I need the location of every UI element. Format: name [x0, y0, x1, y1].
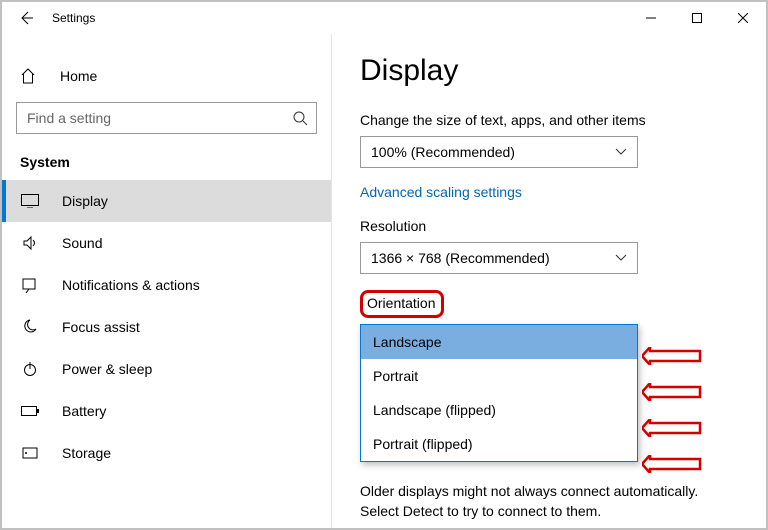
- sidebar-item-notifications[interactable]: Notifications & actions: [2, 264, 331, 306]
- focus-assist-icon: [20, 319, 40, 335]
- advanced-scaling-link[interactable]: Advanced scaling settings: [360, 184, 736, 200]
- battery-icon: [20, 406, 40, 416]
- back-button[interactable]: [16, 10, 36, 26]
- annotation-arrow: [642, 347, 702, 365]
- notifications-icon: [20, 277, 40, 293]
- chevron-down-icon: [615, 148, 627, 156]
- home-nav[interactable]: Home: [2, 62, 331, 90]
- sidebar-item-label: Power & sleep: [62, 361, 152, 377]
- sidebar-item-display[interactable]: Display: [2, 180, 331, 222]
- scale-label: Change the size of text, apps, and other…: [360, 112, 736, 128]
- search-icon: [292, 110, 308, 126]
- sidebar-item-sound[interactable]: Sound: [2, 222, 331, 264]
- orientation-option-landscape-flipped[interactable]: Landscape (flipped): [361, 393, 637, 427]
- home-label: Home: [60, 68, 97, 84]
- orientation-option-landscape[interactable]: Landscape: [361, 325, 637, 359]
- sidebar-item-label: Sound: [62, 235, 102, 251]
- scale-dropdown[interactable]: 100% (Recommended): [360, 136, 638, 168]
- storage-icon: [20, 445, 40, 461]
- main-panel: Display Change the size of text, apps, a…: [332, 34, 766, 528]
- sidebar-item-label: Storage: [62, 445, 111, 461]
- resolution-label: Resolution: [360, 218, 736, 234]
- power-icon: [20, 361, 40, 377]
- annotation-arrow: [642, 419, 702, 437]
- titlebar: Settings: [2, 2, 766, 34]
- multiple-displays-text: Older displays might not always connect …: [360, 482, 736, 521]
- sidebar-item-label: Notifications & actions: [62, 277, 200, 293]
- sidebar-item-power-sleep[interactable]: Power & sleep: [2, 348, 331, 390]
- sidebar-item-label: Battery: [62, 403, 106, 419]
- orientation-option-portrait[interactable]: Portrait: [361, 359, 637, 393]
- window-title: Settings: [52, 11, 95, 25]
- orientation-option-portrait-flipped[interactable]: Portrait (flipped): [361, 427, 637, 461]
- search-input[interactable]: Find a setting: [16, 102, 317, 134]
- sidebar-item-label: Display: [62, 193, 108, 209]
- home-icon: [20, 68, 40, 84]
- window-controls: [628, 2, 766, 34]
- annotation-arrow: [642, 455, 702, 473]
- sidebar: Home Find a setting System Display Sound: [2, 34, 332, 528]
- minimize-button[interactable]: [628, 2, 674, 34]
- orientation-label-wrap: Orientation: [360, 290, 736, 324]
- display-icon: [20, 194, 40, 208]
- scale-value: 100% (Recommended): [371, 144, 615, 160]
- sidebar-item-battery[interactable]: Battery: [2, 390, 331, 432]
- orientation-label: Orientation: [360, 290, 444, 318]
- sound-icon: [20, 235, 40, 251]
- sidebar-item-focus-assist[interactable]: Focus assist: [2, 306, 331, 348]
- orientation-dropdown-open[interactable]: Landscape Portrait Landscape (flipped) P…: [360, 324, 638, 462]
- sidebar-item-storage[interactable]: Storage: [2, 432, 331, 474]
- category-label: System: [2, 152, 331, 180]
- chevron-down-icon: [615, 254, 627, 262]
- resolution-value: 1366 × 768 (Recommended): [371, 250, 615, 266]
- close-button[interactable]: [720, 2, 766, 34]
- search-placeholder: Find a setting: [27, 110, 292, 126]
- sidebar-item-label: Focus assist: [62, 319, 140, 335]
- page-title: Display: [360, 54, 736, 88]
- resolution-dropdown[interactable]: 1366 × 768 (Recommended): [360, 242, 638, 274]
- maximize-button[interactable]: [674, 2, 720, 34]
- annotation-arrow: [642, 383, 702, 401]
